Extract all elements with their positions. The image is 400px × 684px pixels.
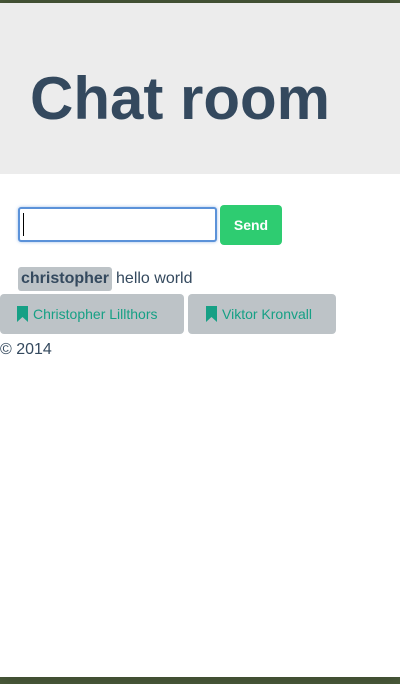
bookmark-icon	[206, 306, 217, 322]
author-name: Viktor Kronvall	[222, 306, 313, 322]
author-name: Christopher Lillthors	[33, 306, 158, 322]
chat-message: christopher hello world	[18, 266, 193, 292]
message-username: christopher	[18, 267, 113, 291]
author-link-christopher[interactable]: Christopher Lillthors	[0, 294, 184, 334]
footer-copyright: © 2014	[0, 341, 52, 358]
bookmark-icon	[17, 306, 28, 322]
header-jumbotron: Chat room	[0, 3, 400, 174]
text-caret	[23, 213, 24, 236]
message-text: hello world	[116, 270, 193, 287]
author-link-viktor[interactable]: Viktor Kronvall	[188, 294, 336, 334]
send-button[interactable]: Send	[220, 205, 282, 245]
page: Chat room Send christopher hello world C…	[0, 3, 400, 677]
message-input[interactable]	[18, 207, 217, 242]
page-title: Chat room	[30, 65, 330, 132]
